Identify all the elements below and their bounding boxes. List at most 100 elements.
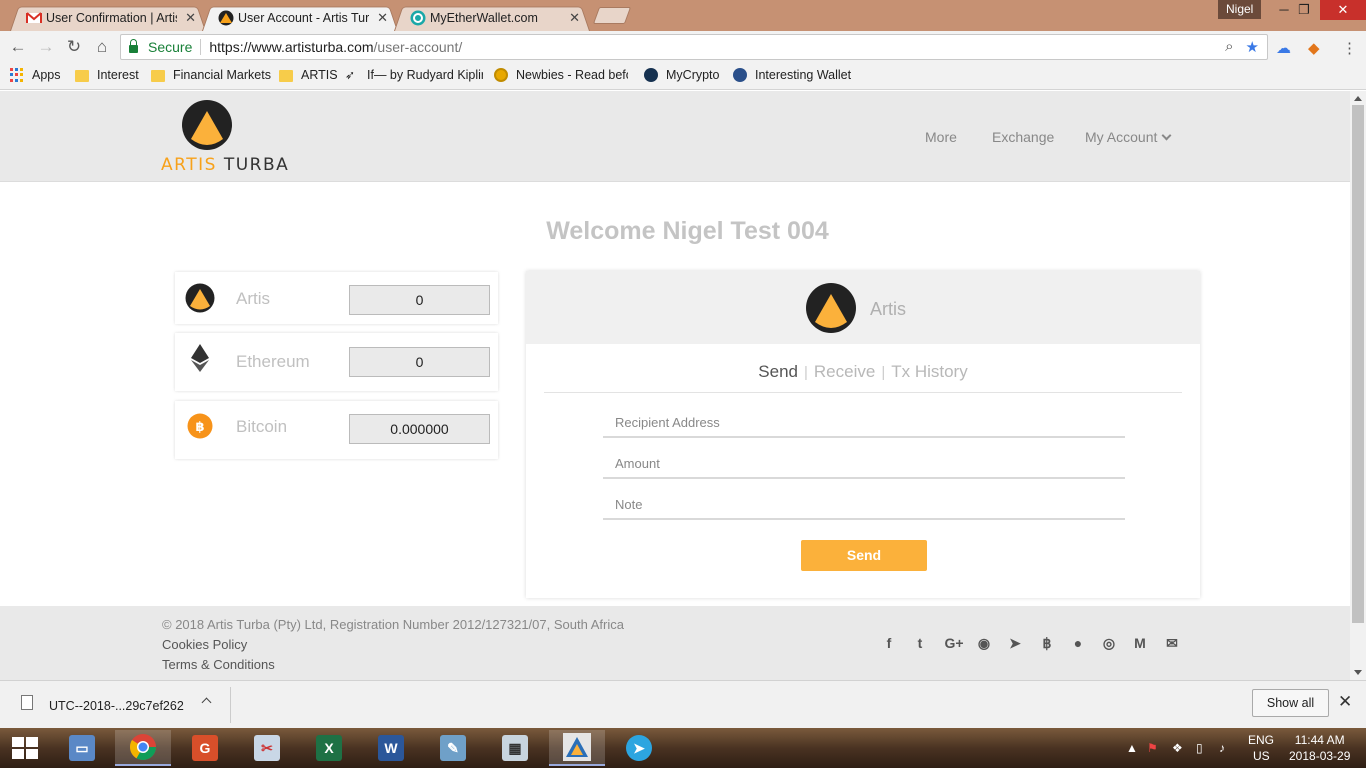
scroll-down-icon[interactable] bbox=[1354, 670, 1362, 675]
taskbar-chrome[interactable] bbox=[115, 730, 171, 766]
taskbar-foxit[interactable]: G bbox=[177, 730, 233, 766]
back-arrow-icon[interactable]: ← bbox=[7, 36, 29, 58]
language-code: ENG bbox=[1248, 733, 1275, 747]
artis-logo-icon bbox=[806, 283, 856, 333]
taskbar: ▭ G ✂ X W ✎ ▦ ➤ ▲ ⚑ ❖ ▯ ♪ ENG US 11:44 A… bbox=[0, 728, 1366, 768]
dropbox-icon[interactable]: ❖ bbox=[1172, 741, 1186, 755]
new-tab-button[interactable] bbox=[592, 7, 632, 24]
taskbar-snipping[interactable]: ✂ bbox=[239, 730, 295, 766]
balance-card-bitcoin: ฿ Bitcoin 0.000000 bbox=[175, 401, 498, 459]
telegram-icon: ➤ bbox=[626, 735, 652, 761]
language-indicator[interactable]: ENG US bbox=[1248, 733, 1274, 768]
facebook-icon[interactable]: f bbox=[881, 635, 897, 651]
close-icon[interactable]: ✕ bbox=[185, 10, 196, 26]
profile-button[interactable]: Nigel bbox=[1218, 0, 1262, 19]
cloud-extension-icon[interactable]: ☁ bbox=[1276, 39, 1291, 57]
tab-divider: | bbox=[881, 364, 886, 381]
artis-logo-icon bbox=[182, 100, 232, 150]
taskbar-calculator[interactable]: ▦ bbox=[487, 730, 543, 766]
google-plus-icon[interactable]: G+ bbox=[944, 635, 964, 651]
menu-kebab-icon[interactable]: ⋮ bbox=[1342, 39, 1357, 57]
bookmark-financial-markets[interactable]: Financial Markets bbox=[151, 68, 271, 82]
nav-exchange[interactable]: Exchange bbox=[992, 129, 1054, 145]
taskbar-telegram[interactable]: ➤ bbox=[611, 730, 667, 766]
window-close-icon[interactable]: ✕ bbox=[1320, 0, 1366, 20]
recipient-address-input[interactable] bbox=[603, 409, 1125, 436]
bookmark-star-icon[interactable]: ★ bbox=[1246, 38, 1259, 56]
show-all-button[interactable]: Show all bbox=[1252, 689, 1329, 717]
metamask-fox-icon[interactable]: ◆ bbox=[1308, 39, 1320, 57]
telegram-icon[interactable]: ➤ bbox=[1007, 635, 1023, 651]
nav-my-account[interactable]: My Account bbox=[1085, 129, 1172, 145]
forward-arrow-icon[interactable]: → bbox=[35, 36, 57, 58]
omnibox-separator bbox=[200, 39, 202, 55]
send-button[interactable]: Send bbox=[801, 540, 927, 571]
taskbar-notes[interactable]: ✎ bbox=[425, 730, 481, 766]
reddit-icon[interactable]: ● bbox=[1070, 635, 1086, 651]
chevron-up-icon[interactable] bbox=[201, 697, 212, 708]
bitcoin-icon[interactable]: ฿ bbox=[1039, 635, 1055, 651]
github-icon[interactable]: ◉ bbox=[976, 635, 992, 651]
page-scrollbar[interactable] bbox=[1350, 91, 1366, 680]
chevron-down-icon bbox=[1161, 130, 1172, 141]
terms-link[interactable]: Terms & Conditions bbox=[162, 657, 275, 672]
tab-send[interactable]: Send bbox=[758, 362, 798, 381]
chrome-icon bbox=[129, 734, 157, 761]
apps-grid-icon bbox=[10, 68, 24, 82]
note-input[interactable] bbox=[603, 491, 1125, 518]
volume-icon[interactable]: ♪ bbox=[1219, 741, 1233, 755]
scissors-icon: ✂ bbox=[254, 735, 280, 761]
scroll-up-icon[interactable] bbox=[1354, 96, 1362, 101]
tab-myetherwallet[interactable]: MyEtherWallet.com ✕ bbox=[394, 4, 590, 32]
note-field-wrap bbox=[603, 491, 1125, 520]
taskbar-excel[interactable]: X bbox=[301, 730, 357, 766]
tab-user-account[interactable]: User Account - Artis Turb ✕ bbox=[202, 4, 398, 32]
twitter-icon[interactable]: t bbox=[912, 635, 928, 651]
flag-icon[interactable]: ⚑ bbox=[1147, 741, 1161, 755]
tab-tx-history[interactable]: Tx History bbox=[891, 362, 968, 381]
scrollbar-thumb[interactable] bbox=[1352, 105, 1364, 623]
restore-icon[interactable]: ❐ bbox=[1286, 0, 1322, 20]
instagram-icon[interactable]: ◎ bbox=[1101, 635, 1117, 651]
close-icon[interactable]: ✕ bbox=[569, 10, 580, 26]
bookmark-label: Financial Markets bbox=[173, 68, 271, 82]
browser-tab-strip: User Confirmation | Artis ✕ User Account… bbox=[0, 0, 1366, 32]
zoom-icon[interactable]: ⌕ bbox=[1225, 38, 1233, 56]
bookmark-artis[interactable]: ARTIS bbox=[279, 68, 338, 82]
tray-expand-icon[interactable]: ▲ bbox=[1126, 741, 1140, 755]
bookmark-newbies[interactable]: Newbies - Read befo bbox=[494, 68, 628, 82]
clock[interactable]: 11:44 AM 2018-03-29 bbox=[1289, 733, 1350, 768]
panel-header: Artis bbox=[526, 271, 1200, 344]
site-logo[interactable]: ARTIS TURBA bbox=[161, 99, 288, 181]
bookmark-if-kipling[interactable]: ➶ If— by Rudyard Kiplir bbox=[345, 68, 483, 82]
close-icon[interactable]: ✕ bbox=[1338, 692, 1352, 712]
tab-user-confirmation[interactable]: User Confirmation | Artis ✕ bbox=[10, 4, 206, 32]
tab-receive[interactable]: Receive bbox=[814, 362, 875, 381]
home-icon[interactable]: ⌂ bbox=[91, 36, 113, 58]
taskbar-artis[interactable] bbox=[549, 730, 605, 766]
taskbar-computer[interactable]: ▭ bbox=[54, 730, 110, 766]
reload-icon[interactable]: ↻ bbox=[63, 36, 85, 58]
mycrypto-icon bbox=[644, 68, 658, 82]
bookmark-interesting-wallet[interactable]: Interesting Wallet bbox=[733, 68, 851, 82]
email-icon[interactable]: ✉ bbox=[1164, 635, 1180, 651]
close-icon[interactable]: ✕ bbox=[377, 10, 388, 26]
panel-title: Artis bbox=[870, 299, 906, 319]
bookmark-label: MyCrypto bbox=[666, 68, 720, 82]
coin-name: Bitcoin bbox=[236, 417, 288, 436]
medium-icon[interactable]: M bbox=[1132, 635, 1148, 651]
divider bbox=[230, 687, 231, 723]
bookmark-mycrypto[interactable]: MyCrypto bbox=[644, 68, 719, 82]
site-footer: © 2018 Artis Turba (Pty) Ltd, Registrati… bbox=[0, 606, 1350, 680]
windows-start-icon[interactable] bbox=[12, 737, 38, 759]
bookmark-interest[interactable]: Interest bbox=[75, 68, 139, 82]
taskbar-word[interactable]: W bbox=[363, 730, 419, 766]
device-icon[interactable]: ▯ bbox=[1196, 741, 1210, 755]
nav-more[interactable]: More bbox=[925, 129, 957, 145]
amount-input[interactable] bbox=[603, 450, 1125, 477]
myetherwallet-icon bbox=[410, 10, 426, 26]
address-bar[interactable]: Secure https://www.artisturba.com/user-a… bbox=[120, 34, 1268, 60]
cookies-policy-link[interactable]: Cookies Policy bbox=[162, 637, 247, 652]
download-file-name[interactable]: UTC--2018-...29c7ef262 bbox=[49, 699, 184, 713]
bookmark-apps[interactable]: Apps bbox=[10, 68, 61, 82]
